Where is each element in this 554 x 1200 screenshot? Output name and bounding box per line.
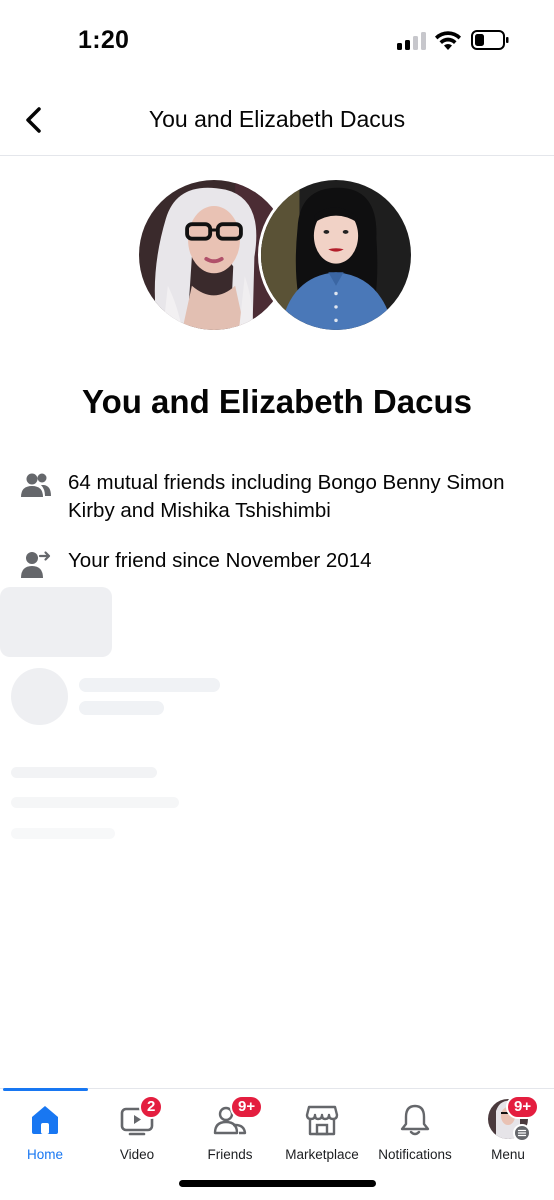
skeleton-avatar: [11, 668, 68, 725]
tab-label-home: Home: [26, 1147, 63, 1162]
avatar-pair: [136, 177, 418, 335]
tab-menu[interactable]: 9+ Menu: [458, 1095, 554, 1167]
friend-since-text: Your friend since November 2014: [68, 549, 372, 572]
battery-icon: [471, 30, 509, 50]
hamburger-icon: [513, 1124, 531, 1142]
mutual-friends-row[interactable]: 64 mutual friends including Bongo Benny …: [20, 469, 540, 525]
menu-badge: 9+: [506, 1095, 540, 1119]
people-icon: [21, 473, 51, 497]
friend-avatar[interactable]: [258, 177, 414, 333]
wifi-icon: [435, 31, 461, 50]
tab-label-video: Video: [119, 1147, 155, 1162]
header-title: You and Elizabeth Dacus: [148, 106, 406, 132]
signal-icon: [397, 32, 426, 50]
tab-home[interactable]: Home: [0, 1103, 95, 1167]
marketplace-icon: [305, 1103, 339, 1137]
page-header: You and Elizabeth Dacus: [0, 84, 554, 156]
tab-friends[interactable]: 9+ Friends: [180, 1095, 280, 1167]
tab-label-friends: Friends: [207, 1147, 253, 1162]
skeleton-line: [79, 701, 164, 715]
tab-marketplace[interactable]: Marketplace: [272, 1103, 372, 1167]
mutual-friends-text: 64 mutual friends including Bongo Benny …: [68, 471, 505, 522]
friends-badge: 9+: [230, 1095, 264, 1119]
friend-since-row: Your friend since November 2014: [20, 547, 540, 579]
skeleton-block: [0, 587, 112, 657]
home-indicator: [179, 1180, 376, 1187]
skeleton-line: [79, 678, 220, 692]
video-icon: 2: [120, 1095, 164, 1137]
skeleton-line: [11, 797, 179, 808]
skeleton-line: [11, 767, 157, 778]
tab-video[interactable]: 2 Video: [87, 1095, 187, 1167]
video-badge: 2: [139, 1095, 164, 1119]
tab-label-menu: Menu: [491, 1147, 525, 1162]
status-bar: 1:20: [0, 0, 554, 84]
tab-label-notifications: Notifications: [378, 1147, 452, 1162]
skeleton-line: [11, 828, 115, 839]
home-icon: [28, 1103, 62, 1137]
tab-label-marketplace: Marketplace: [285, 1147, 359, 1162]
friends-icon: 9+: [213, 1095, 264, 1137]
status-time: 1:20: [78, 26, 130, 54]
friend-arrow-icon: [21, 551, 51, 578]
tab-notifications[interactable]: Notifications: [365, 1103, 465, 1167]
bell-icon: [398, 1103, 432, 1137]
active-tab-indicator: [3, 1088, 88, 1091]
main-title: You and Elizabeth Dacus: [82, 383, 472, 420]
